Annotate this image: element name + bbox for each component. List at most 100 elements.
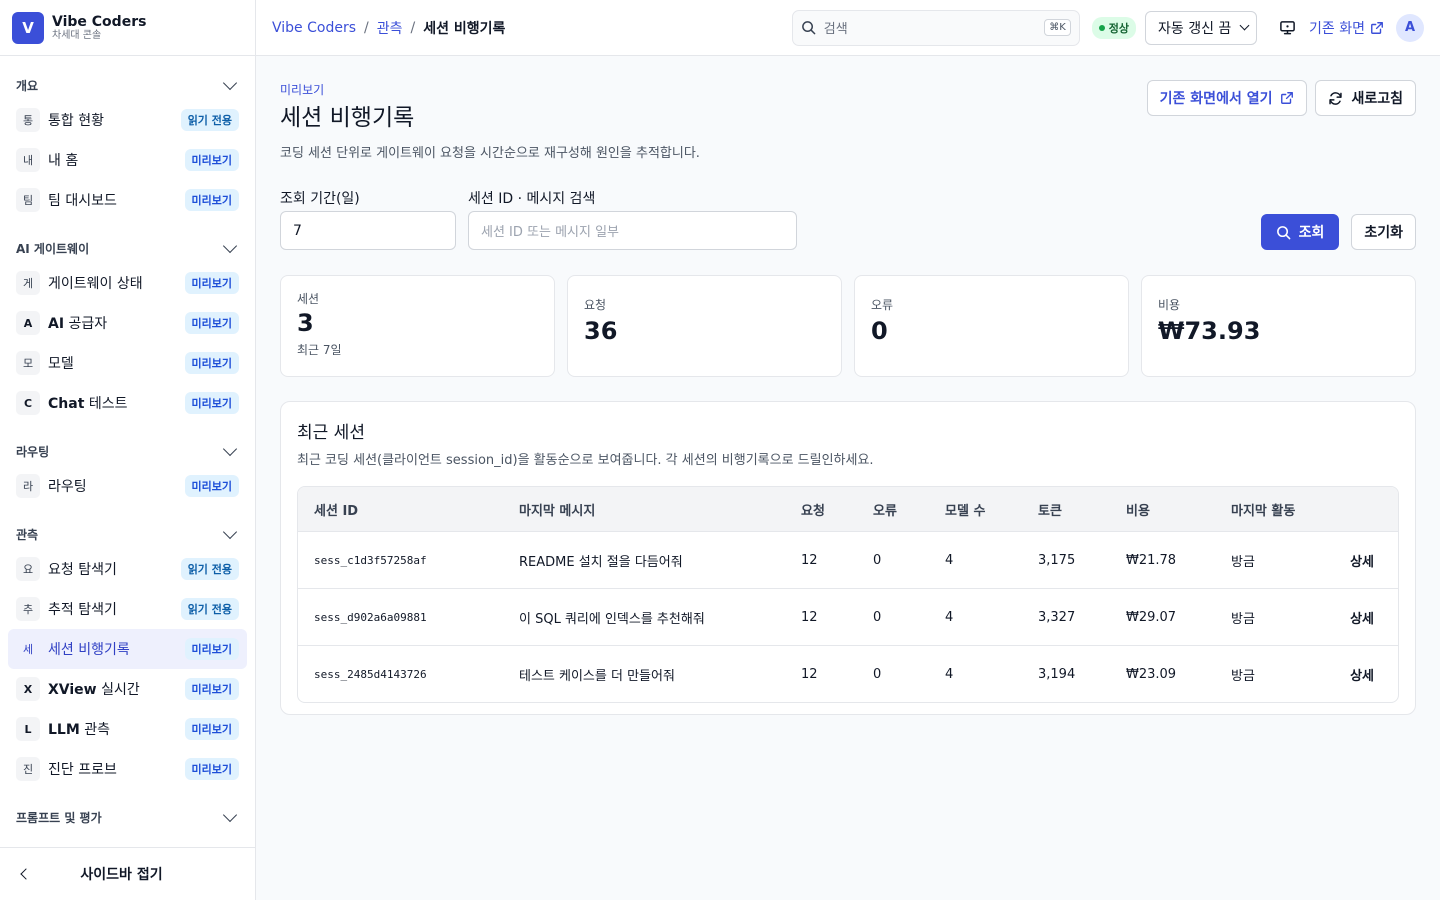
sidebar-item-label: 추적 탐색기 <box>48 602 117 618</box>
last-activity: 방금 <box>1231 554 1255 570</box>
period-input[interactable]: 7 <box>280 211 456 250</box>
preview-badge: 미리보기 <box>184 638 239 660</box>
sidebar-item-label: 내 홈 <box>48 153 79 169</box>
table-row[interactable]: sess_d902a6a09881 이 SQL 쿼리에 인덱스를 추천해줘 12… <box>298 588 1398 645</box>
column-header[interactable]: 오류 <box>857 500 929 519</box>
table-row[interactable]: sess_2485d4143726 테스트 케이스를 더 만들어줘 12 0 4… <box>298 645 1398 702</box>
nav-group-prompts-eval[interactable]: 프롬프트 및 평가 <box>0 802 255 832</box>
sidebar-item-trace-explorer[interactable]: 추 추적 탐색기 읽기 전용 <box>8 589 247 629</box>
sidebar-item-models[interactable]: 모 모델 미리보기 <box>8 343 247 383</box>
legacy-view-link[interactable]: 기존 화면 <box>1309 18 1384 38</box>
kpi-label: 요청 <box>584 298 607 312</box>
sidebar-item-routing[interactable]: 라 라우팅 미리보기 <box>8 466 247 506</box>
kpi-value: ₩73.93 <box>1158 317 1261 345</box>
sidebar-item-label: XView 실시간 <box>48 682 140 698</box>
team-icon: 팀 <box>16 188 40 212</box>
chevron-down-icon <box>1239 20 1250 31</box>
sidebar-item-llm-observability[interactable]: L LLM 관측 미리보기 <box>8 709 247 749</box>
auto-refresh-select[interactable]: 자동 갱신 끔 <box>1145 10 1258 45</box>
column-header[interactable]: 토큰 <box>1022 500 1110 519</box>
main-content: 미리보기 세션 비행기록 코딩 세션 단위로 게이트웨이 요청을 시간순으로 재… <box>280 56 1416 715</box>
kpi-value: 36 <box>584 317 618 345</box>
search-icon <box>801 21 816 35</box>
status-dot-icon <box>1098 24 1105 31</box>
session-search-input[interactable]: 세션 ID 또는 메시지 일부 <box>468 211 797 250</box>
sidebar-item-team-dashboard[interactable]: 팀 팀 대시보드 미리보기 <box>8 180 247 220</box>
model-count: 4 <box>945 552 954 568</box>
request-count: 12 <box>801 552 818 568</box>
feedback-button[interactable] <box>1273 14 1301 42</box>
preview-badge: 미리보기 <box>184 272 239 294</box>
legacy-view-label: 기존 화면 <box>1309 20 1365 37</box>
session-id: sess_2485d4143726 <box>314 667 427 681</box>
sidebar-item-gateway-status[interactable]: 게 게이트웨이 상태 미리보기 <box>8 263 247 303</box>
sidebar-item-request-explorer[interactable]: 요 요청 탐색기 읽기 전용 <box>8 549 247 589</box>
readonly-badge: 읽기 전용 <box>180 109 239 131</box>
breadcrumb-section[interactable]: 관측 <box>377 18 403 38</box>
detail-link[interactable]: 상세 <box>1325 665 1398 684</box>
detail-link[interactable]: 상세 <box>1325 551 1398 570</box>
column-header[interactable]: 마지막 활동 <box>1215 500 1325 519</box>
preview-badge: 미리보기 <box>184 149 239 171</box>
breadcrumb-separator: / <box>410 19 416 36</box>
sidebar-item-overview[interactable]: 통 통합 현황 읽기 전용 <box>8 100 247 140</box>
chevron-down-icon <box>222 524 238 539</box>
brand-logo: V <box>12 11 44 44</box>
chevron-down-icon <box>222 441 238 456</box>
ai-provider-icon: A <box>16 311 40 335</box>
preview-badge: 미리보기 <box>184 758 239 780</box>
kpi-value: 3 <box>297 309 314 337</box>
routing-icon: 라 <box>16 474 40 498</box>
reset-button[interactable]: 초기화 <box>1351 214 1416 250</box>
sidebar-item-label: AI 공급자 <box>48 316 108 332</box>
auto-refresh-value: 자동 갱신 끔 <box>1158 20 1232 37</box>
request-count: 12 <box>801 609 818 625</box>
preview-badge: 미리보기 <box>184 352 239 374</box>
topbar: Vibe Coders / 관측 / 세션 비행기록 검색 ⌘K 정상 자동 갱… <box>256 0 1440 56</box>
nav-group-observability[interactable]: 관측 <box>0 519 255 549</box>
search-placeholder: 검색 <box>823 22 848 37</box>
open-legacy-button[interactable]: 기존 화면에서 열기 <box>1146 80 1308 116</box>
column-header[interactable]: 모델 수 <box>929 500 1022 519</box>
sidebar-item-session-flight-recorder[interactable]: 세 세션 비행기록 미리보기 <box>8 629 247 669</box>
breadcrumb-root[interactable]: Vibe Coders <box>272 20 356 36</box>
table-header: 세션 ID 마지막 메시지 요청 오류 모델 수 토큰 비용 마지막 활동 <box>298 487 1398 531</box>
nav-group-ai-gateway[interactable]: AI 게이트웨이 <box>0 233 255 263</box>
model-icon: 모 <box>16 351 40 375</box>
page-description: 코딩 세션 단위로 게이트웨이 요청을 시간순으로 재구성해 원인을 추적합니다… <box>280 146 700 161</box>
column-header[interactable]: 비용 <box>1110 500 1215 519</box>
global-search-input[interactable]: 검색 ⌘K <box>791 9 1080 46</box>
sidebar: V Vibe Coders 차세대 콘솔 개요 통 통합 현황 읽기 전용 내 … <box>0 0 256 900</box>
preview-badge: 미리보기 <box>184 718 239 740</box>
sidebar-item-ai-providers[interactable]: A AI 공급자 미리보기 <box>8 303 247 343</box>
nav-group-routing[interactable]: 라우팅 <box>0 436 255 466</box>
search-icon <box>1276 225 1290 239</box>
column-header[interactable]: 마지막 메시지 <box>503 500 785 519</box>
table-row[interactable]: sess_c1d3f57258af README 설치 절을 다듬어줘 12 0… <box>298 531 1398 588</box>
kpi-requests: 요청 36 <box>567 275 842 377</box>
refresh-button[interactable]: 새로고침 <box>1315 80 1416 116</box>
detail-link[interactable]: 상세 <box>1325 608 1398 627</box>
sidebar-item-diagnostic-probe[interactable]: 진 진단 프로브 미리보기 <box>8 749 247 789</box>
overview-icon: 통 <box>16 108 40 132</box>
nav-group-overview[interactable]: 개요 <box>0 70 255 100</box>
filter-actions: 조회 초기화 <box>1260 214 1416 250</box>
column-header[interactable]: 세션 ID <box>298 500 503 519</box>
request-count: 12 <box>801 666 818 682</box>
column-header[interactable]: 요청 <box>785 500 857 519</box>
session-id: sess_d902a6a09881 <box>314 610 427 624</box>
kpi-subtext: 최근 7일 <box>297 343 342 357</box>
query-button[interactable]: 조회 <box>1260 214 1340 250</box>
sidebar-item-label: LLM 관측 <box>48 722 110 738</box>
gateway-icon: 게 <box>16 271 40 295</box>
sidebar-item-xview-live[interactable]: X XView 실시간 미리보기 <box>8 669 247 709</box>
external-link-icon <box>1371 21 1383 34</box>
collapse-sidebar-button[interactable]: 사이드바 접기 <box>0 847 255 900</box>
sidebar-item-chat-test[interactable]: C Chat 테스트 미리보기 <box>8 383 247 423</box>
breadcrumb-current: 세션 비행기록 <box>423 20 506 37</box>
brand[interactable]: V Vibe Coders 차세대 콘솔 <box>0 0 255 56</box>
sidebar-item-my-home[interactable]: 내 내 홈 미리보기 <box>8 140 247 180</box>
chevron-down-icon <box>222 75 238 90</box>
search-shortcut: ⌘K <box>1044 19 1071 36</box>
avatar[interactable]: A <box>1396 13 1424 42</box>
